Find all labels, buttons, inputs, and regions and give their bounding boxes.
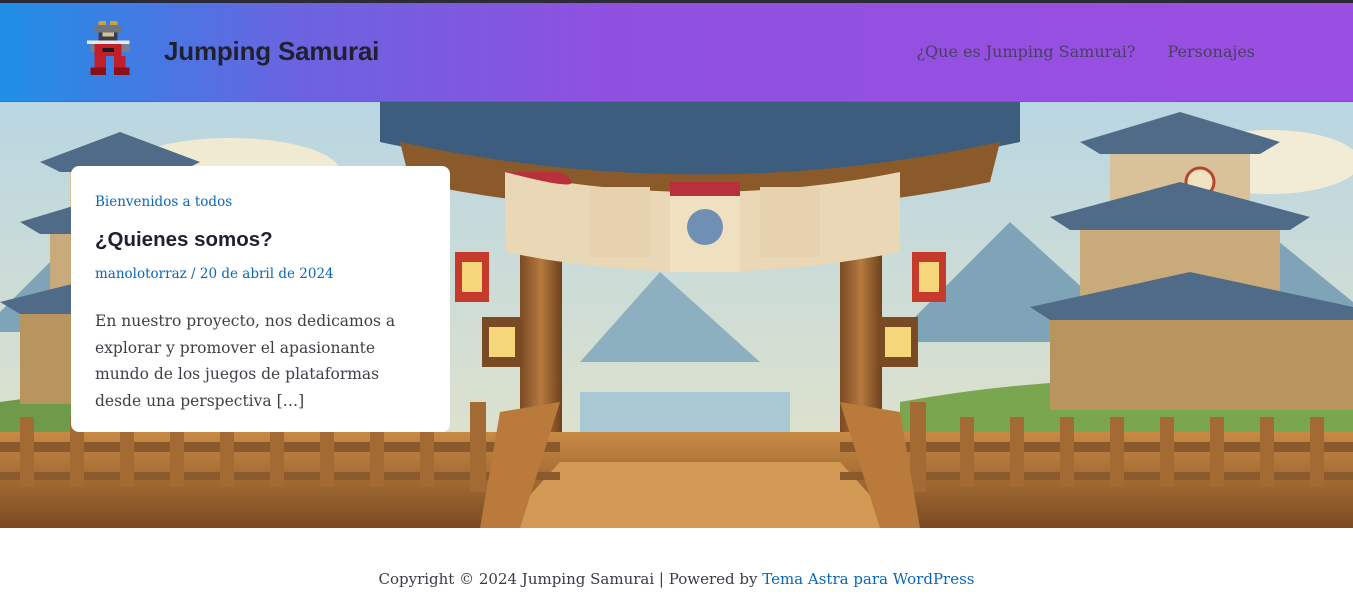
nav-item-que-es[interactable]: ¿Que es Jumping Samurai? [916,42,1135,61]
meta-separator: / [186,266,200,282]
copyright-text: Copyright © 2024 Jumping Samurai | Power… [378,570,763,588]
site-header: Jumping Samurai ¿Que es Jumping Samurai?… [0,3,1353,102]
post-date-link[interactable]: 20 de abril de 2024 [200,266,334,282]
read-more-link[interactable]: […] [277,392,305,410]
post-category-link[interactable]: Bienvenidos a todos [95,194,426,210]
site-footer: Copyright © 2024 Jumping Samurai | Power… [0,528,1353,610]
footer-copyright: Copyright © 2024 Jumping Samurai | Power… [0,570,1353,588]
theme-credit-link[interactable]: Tema Astra para WordPress [762,570,974,588]
main-nav: ¿Que es Jumping Samurai? Personajes [916,42,1255,61]
site-title[interactable]: Jumping Samurai [164,36,379,67]
nav-item-personajes[interactable]: Personajes [1168,42,1256,61]
post-excerpt: En nuestro proyecto, nos dedicamos a exp… [95,308,426,414]
post-author-link[interactable]: manolotorraz [95,266,187,282]
post-meta: manolotorraz / 20 de abril de 2024 [95,266,426,282]
post-card: Bienvenidos a todos ¿Quienes somos? mano… [71,166,450,432]
post-excerpt-text: En nuestro proyecto, nos dedicamos a exp… [95,312,396,410]
hero-banner: Bienvenidos a todos ¿Quienes somos? mano… [0,102,1353,528]
samurai-pixel-logo-icon[interactable] [82,21,138,79]
post-title[interactable]: ¿Quienes somos? [95,228,426,252]
